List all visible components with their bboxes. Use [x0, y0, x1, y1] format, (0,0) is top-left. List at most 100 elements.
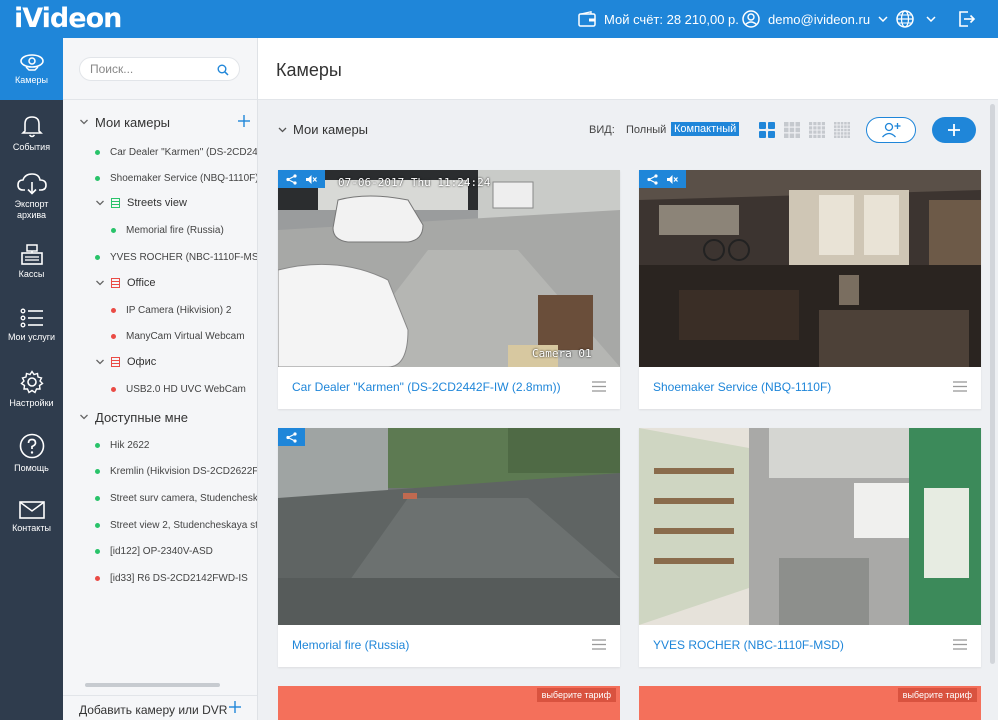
camera-feed[interactable]: [639, 170, 981, 367]
nav-cameras[interactable]: Камеры: [0, 38, 63, 100]
grid-3x3-icon[interactable]: [784, 122, 800, 138]
tree-scrollbar[interactable]: [85, 683, 220, 687]
menu-icon[interactable]: [953, 639, 967, 650]
nav-services[interactable]: Мои услуги: [0, 294, 63, 356]
camera-card[interactable]: 07-06-2017 Thu 11:24:24 Camera 01 Car De…: [278, 170, 620, 409]
tree-camera-item[interactable]: ManyCam Virtual Webcam: [111, 326, 245, 346]
tree-camera-item[interactable]: Street surv camera, Studencheska: [95, 488, 257, 508]
search-input[interactable]: [90, 61, 210, 77]
choose-tariff-label[interactable]: выберите тариф: [897, 688, 977, 702]
tree-camera-item[interactable]: [id122] OP-2340V-ASD: [95, 541, 213, 561]
nav-settings[interactable]: Настройки: [0, 358, 63, 420]
tree-camera-item[interactable]: Car Dealer "Karmen" (DS-2CD244: [95, 142, 257, 162]
language-menu[interactable]: [896, 0, 936, 38]
status-online-icon: [95, 548, 100, 554]
status-online-icon: [95, 175, 100, 181]
grid-2x2-icon[interactable]: [759, 122, 775, 138]
nav-contacts[interactable]: Контакты: [0, 486, 63, 548]
tree-folder-office[interactable]: Office: [95, 273, 156, 293]
view-compact-option[interactable]: Компактный: [671, 122, 740, 136]
tree-camera-item[interactable]: USB2.0 HD UVC WebCam: [111, 379, 246, 399]
balance-text: Мой счёт: 28 210,00 р.: [604, 11, 739, 27]
search-icon[interactable]: [217, 64, 229, 76]
logo[interactable]: iVideon: [14, 3, 122, 34]
camera-tree-panel: Мои камеры Car Dealer "Karmen" (DS-2CD24…: [63, 38, 258, 720]
add-icon[interactable]: [229, 701, 241, 713]
camera-name[interactable]: Car Dealer "Karmen" (DS-2CD2442F-IW (2.8…: [292, 380, 561, 394]
nav-help[interactable]: Помощь: [0, 422, 63, 484]
add-user-button[interactable]: [866, 117, 916, 143]
tree-camera-item[interactable]: Kremlin (Hikvision DS-2CD2622F: [95, 461, 257, 481]
user-menu[interactable]: demo@ivideon.ru: [742, 0, 888, 38]
nav-cash[interactable]: Кассы: [0, 230, 63, 292]
sound-off-icon[interactable]: [666, 174, 678, 185]
list-icon: [20, 308, 43, 327]
tariff-card[interactable]: выберите тариф: [278, 686, 620, 720]
camera-preview-image: [639, 170, 981, 367]
share-icon[interactable]: [286, 431, 297, 443]
tree-group-shared[interactable]: Доступные мне: [79, 407, 188, 427]
camera-name[interactable]: Memorial fire (Russia): [292, 638, 409, 652]
choose-tariff-label[interactable]: выберите тариф: [536, 688, 616, 702]
camera-card[interactable]: Shoemaker Service (NBQ-1110F): [639, 170, 981, 409]
share-icon[interactable]: [286, 173, 297, 185]
logout-button[interactable]: [958, 0, 984, 38]
camera-name[interactable]: Shoemaker Service (NBQ-1110F): [653, 380, 831, 394]
camera-preview-image: [639, 428, 981, 625]
sound-off-icon[interactable]: [305, 174, 317, 185]
main-scrollbar[interactable]: [990, 104, 995, 664]
view-label: ВИД:: [589, 124, 615, 136]
camera-preview-image: [278, 428, 620, 625]
status-online-icon: [95, 522, 100, 528]
grid-4x4-icon[interactable]: [809, 122, 825, 138]
camera-feed[interactable]: [278, 428, 620, 625]
chevron-down-icon: [926, 16, 936, 22]
help-icon: [19, 433, 44, 458]
camera-name[interactable]: YVES ROCHER (NBC-1110F-MSD): [653, 638, 844, 652]
group-selector[interactable]: Мои камеры: [278, 122, 368, 137]
status-online-icon: [95, 442, 100, 448]
add-camera-link[interactable]: Добавить камеру или DVR: [79, 703, 227, 717]
tree-camera-item[interactable]: IP Camera (Hikvision) 2: [111, 300, 231, 320]
tree-camera-item[interactable]: Memorial fire (Russia): [111, 220, 224, 240]
camera-card[interactable]: Memorial fire (Russia): [278, 428, 620, 667]
nav-events[interactable]: События: [0, 102, 63, 164]
tree-group-my-cameras[interactable]: Мои камеры: [79, 112, 170, 132]
camera-card[interactable]: YVES ROCHER (NBC-1110F-MSD): [639, 428, 981, 667]
nav-services-label: Мои услуги: [7, 331, 56, 342]
cloud-download-icon: [16, 173, 47, 195]
status-offline-icon: [111, 307, 116, 313]
nav-export[interactable]: Экспорт архива: [0, 166, 63, 228]
envelope-icon: [18, 500, 45, 519]
tree-camera-item[interactable]: [id33] R6 DS-2CD2142FWD-IS: [95, 568, 248, 588]
nav-export-label: Экспорт архива: [14, 199, 49, 220]
camera-feed[interactable]: 07-06-2017 Thu 11:24:24 Camera 01: [278, 170, 620, 367]
tree-camera-item[interactable]: Hik 2622: [95, 435, 149, 455]
balance-link[interactable]: Мой счёт: 28 210,00 р.: [578, 0, 739, 38]
tree-camera-item[interactable]: YVES ROCHER (NBC-1110F-MSD: [95, 247, 257, 267]
tree-folder-office-ru[interactable]: Офис: [95, 352, 156, 372]
group-selector-label: Мои камеры: [293, 122, 369, 137]
add-user-icon: [882, 122, 901, 138]
camera-badge: [639, 170, 686, 188]
nav-cash-label: Кассы: [18, 268, 45, 279]
camera-feed[interactable]: [639, 428, 981, 625]
tree-camera-item[interactable]: Shoemaker Service (NBQ-1110F): [95, 168, 257, 188]
chevron-down-icon: [96, 359, 104, 365]
chevron-down-icon: [80, 119, 88, 125]
view-full-option[interactable]: Полный: [626, 124, 666, 136]
chevron-down-icon: [878, 16, 888, 22]
tree-camera-item[interactable]: Street view 2, Studencheskaya st: [95, 515, 257, 535]
share-icon[interactable]: [647, 173, 658, 185]
main-header: Камеры: [258, 38, 998, 100]
tariff-card[interactable]: выберите тариф: [639, 686, 981, 720]
menu-icon[interactable]: [953, 381, 967, 392]
add-icon[interactable]: [238, 115, 250, 127]
tree-folder-streets-view[interactable]: Streets view: [95, 193, 187, 213]
grid-5x5-icon[interactable]: [834, 122, 850, 138]
menu-icon[interactable]: [592, 639, 606, 650]
top-bar: iVideon Мой счёт: 28 210,00 р. demo@ivid…: [0, 0, 998, 38]
menu-icon[interactable]: [592, 381, 606, 392]
add-camera-button[interactable]: [932, 117, 976, 143]
camera-label-overlay: Camera 01: [532, 347, 592, 360]
